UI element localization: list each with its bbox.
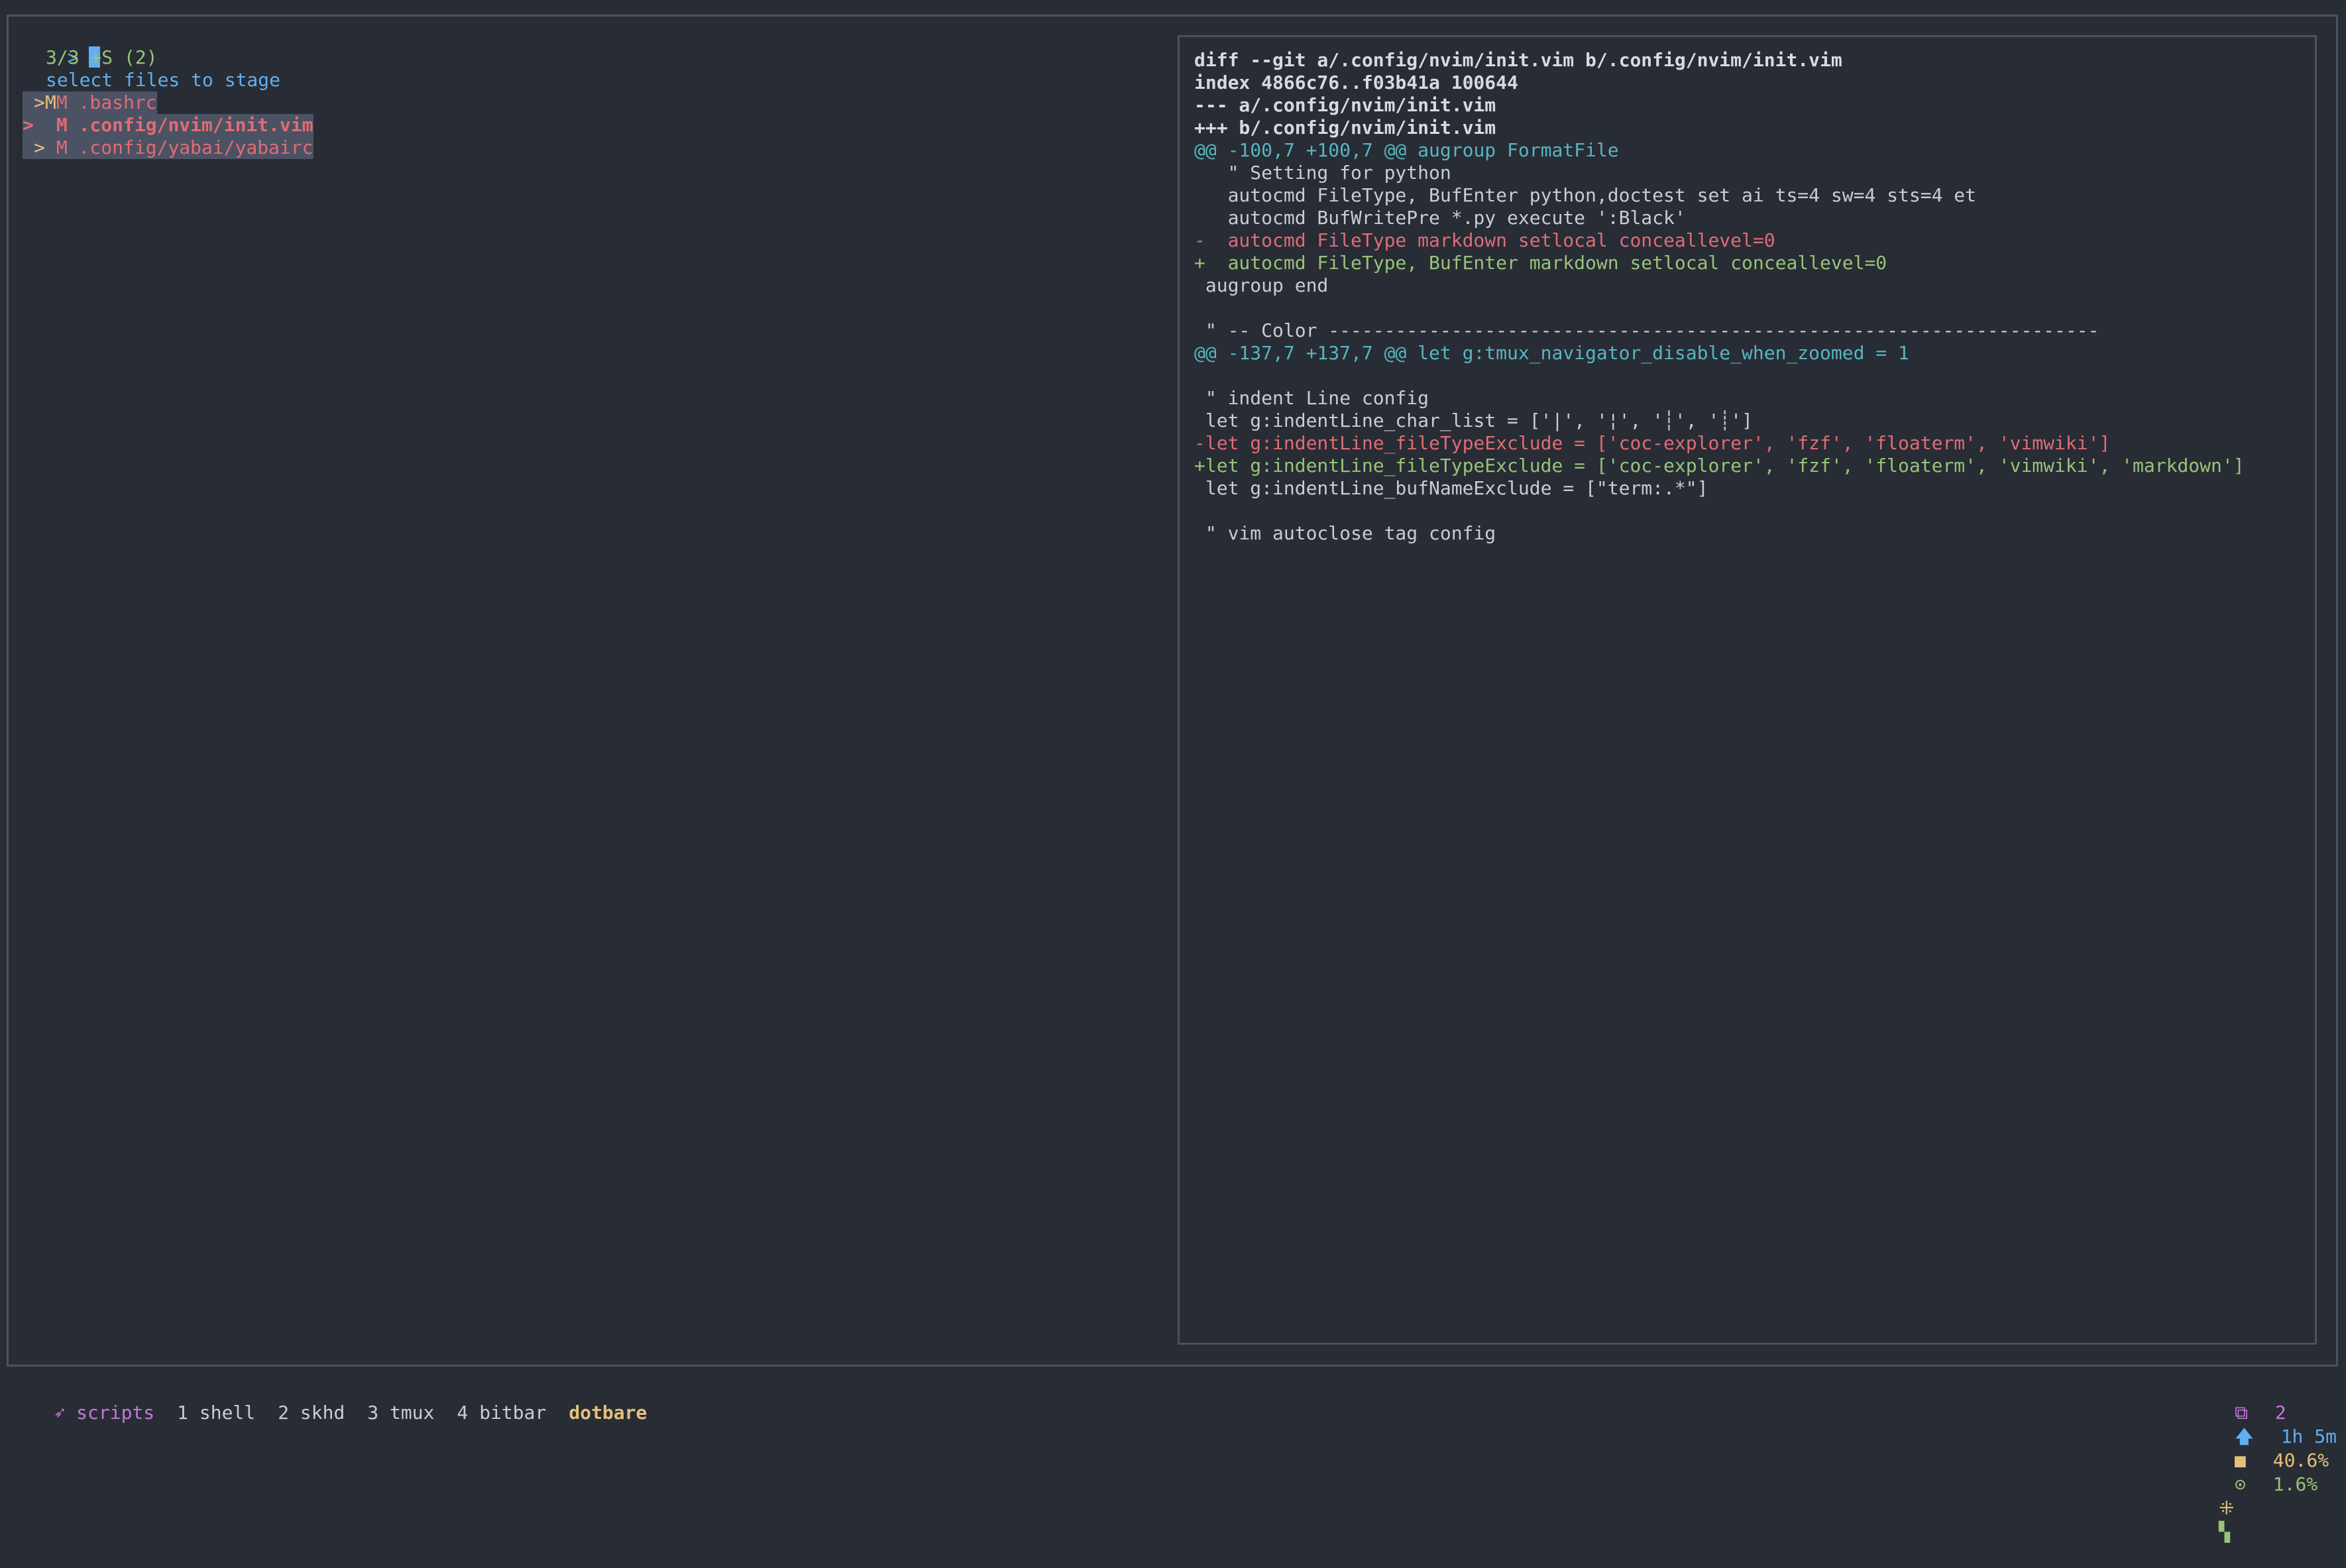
diff-line [1194, 297, 2300, 319]
diff-line-text: autocmd FileType, BufEnter python,doctes… [1194, 184, 1977, 206]
diff-line: @@ -100,7 +100,7 @@ augroup FormatFile [1194, 139, 2300, 162]
diff-line-text: autocmd BufWritePre *.py execute ':Black… [1194, 207, 1686, 229]
file-row[interactable]: > M .config/nvim/init.vim [23, 114, 1149, 137]
copy-icon: ⧉ [2235, 1402, 2249, 1424]
diff-line-text: let g:indentLine_bufNameExclude = ["term… [1194, 477, 1708, 499]
diff-line: - autocmd FileType markdown setlocal con… [1194, 229, 2300, 252]
finder-header: select files to stage [46, 69, 281, 91]
cpu-value: 1.6% [2272, 1473, 2318, 1495]
diff-line: +++ b/.config/nvim/init.vim [1194, 117, 2300, 139]
diff-line: " Setting for python [1194, 162, 2300, 184]
diff-line-text: " -- Color -----------------------------… [1194, 319, 2099, 341]
index-status [45, 114, 56, 136]
session-name[interactable]: scripts [76, 1402, 154, 1424]
uptime-indicator: 🡅 1h 5m [2219, 1426, 2337, 1447]
diff-line-text: +++ b/.config/nvim/init.vim [1194, 117, 1496, 139]
diff-line: autocmd BufWritePre *.py execute ':Black… [1194, 207, 2300, 229]
file-name: .bashrc [78, 91, 157, 113]
diff-line-text: diff --git a/.config/nvim/init.vim b/.co… [1194, 49, 1842, 71]
tmux-window-tab[interactable]: 4 bitbar [457, 1402, 547, 1424]
diff-line-text: " indent Line config [1194, 387, 1429, 409]
match-count: 3/3 +S (2) [46, 46, 158, 68]
arrow-up-icon: 🡅 [2235, 1426, 2254, 1447]
statusbar-left: ➶ scripts 1 shell 2 skhd 3 tmux 4 bitbar dotb… [9, 1377, 647, 1449]
diff-line: @@ -137,7 +137,7 @@ let g:tmux_navigator… [1194, 342, 2300, 364]
panes-indicator: ⧉ 2 [2219, 1402, 2286, 1424]
diff-preview-pane: diff --git a/.config/nvim/init.vim b/.co… [1178, 35, 2317, 1345]
diff-line: diff --git a/.config/nvim/init.vim b/.co… [1194, 49, 2300, 72]
pane-count: 2 [2274, 1402, 2286, 1424]
diff-line-text: " Setting for python [1194, 162, 1451, 184]
prefix-icon: ⁜ [2219, 1497, 2235, 1519]
diff-line: +let g:indentLine_fileTypeExclude = ['co… [1194, 455, 2300, 477]
diff-line-text: let g:tmux_navigator_disable_when_zoomed… [1406, 342, 1909, 364]
diff-line [1194, 364, 2300, 387]
tmux-window-tab[interactable]: 1 shell [177, 1402, 255, 1424]
diff-line: index 4866c76..f03b41a 100644 [1194, 72, 2300, 94]
diff-line: let g:indentLine_char_list = ['|', '¦', … [1194, 410, 2300, 432]
file-entry[interactable]: > M .config/yabai/yabairc [23, 137, 313, 159]
index-status [45, 137, 56, 158]
current-pointer: > [23, 114, 34, 136]
diff-line [1194, 500, 2300, 522]
cpu-indicator: ⊙ 1.6% [2219, 1473, 2318, 1495]
hunk-header: @@ -100,7 +100,7 @@ [1194, 139, 1407, 161]
diff-line: autocmd FileType, BufEnter python,doctes… [1194, 184, 2300, 207]
diff-line: " vim autoclose tag config [1194, 522, 2300, 545]
diff-line: augroup end [1194, 274, 2300, 297]
file-entry[interactable]: > M .config/nvim/init.vim [23, 114, 313, 137]
diff-line: let g:indentLine_bufNameExclude = ["term… [1194, 477, 2300, 500]
tmux-window-tab[interactable]: dotbare [569, 1402, 647, 1424]
file-entry[interactable]: >MM .bashrc [23, 91, 157, 114]
diff-line-text: + autocmd FileType, BufEnter markdown se… [1194, 252, 1887, 274]
diff-line-text: let g:indentLine_char_list = ['|', '¦', … [1194, 410, 1753, 431]
tmux-statusbar: ➶ scripts 1 shell 2 skhd 3 tmux 4 bitbar dotb… [0, 1377, 2346, 1543]
tmux-window-tab[interactable]: 2 skhd [278, 1402, 345, 1424]
diff-line-text: " vim autoclose tag config [1194, 522, 1496, 544]
diff-line: " indent Line config [1194, 387, 2300, 410]
fzf-prompt-line[interactable]: > [23, 24, 1149, 68]
worktree-status: M [56, 91, 68, 113]
worktree-status: M [56, 114, 68, 136]
worktree-status: M [56, 137, 68, 158]
statusbar-right: ⧉ 2 🡅 1h 5m ■ 40.6% ⊙ 1.6% ⁜ ▚ [2158, 1377, 2337, 1568]
cpu-icon: ⊙ [2235, 1473, 2246, 1495]
memory-value: 40.6% [2272, 1449, 2329, 1471]
diff-line-text: -let g:indentLine_fileTypeExclude = ['co… [1194, 432, 2111, 454]
diff-line: " -- Color -----------------------------… [1194, 319, 2300, 342]
file-name: .config/yabai/yabairc [78, 137, 313, 158]
hunk-header: @@ -137,7 +137,7 @@ [1194, 342, 1407, 364]
diff-line-text: index 4866c76..f03b41a 100644 [1194, 72, 1518, 93]
diff-lines: diff --git a/.config/nvim/init.vim b/.co… [1194, 49, 2300, 545]
diff-line-text: augroup end [1194, 274, 1329, 296]
diff-line-text: --- a/.config/nvim/init.vim [1194, 94, 1496, 116]
multi-select-marker: > [34, 137, 45, 158]
diff-line: -let g:indentLine_fileTypeExclude = ['co… [1194, 432, 2300, 455]
index-status: M [45, 91, 56, 113]
diff-line-text: augroup FormatFile [1406, 139, 1619, 161]
file-row[interactable]: >MM .bashrc [23, 91, 1149, 114]
file-row[interactable]: > M .config/yabai/yabairc [23, 137, 1149, 159]
fzf-finder: > 3/3 +S (2) select files to stage >MM .… [23, 24, 1149, 159]
diff-line: --- a/.config/nvim/init.vim [1194, 94, 2300, 117]
diff-line: + autocmd FileType, BufEnter markdown se… [1194, 252, 2300, 274]
rocket-icon: ➶ [54, 1402, 66, 1424]
multi-select-marker: > [34, 91, 45, 113]
uptime-value: 1h 5m [2280, 1426, 2337, 1447]
diff-line-text: +let g:indentLine_fileTypeExclude = ['co… [1194, 455, 2245, 476]
memory-icon: ■ [2235, 1449, 2246, 1471]
layout-icon: ▚ [2219, 1521, 2230, 1543]
file-list: >MM .bashrc > M .config/nvim/init.vim > M … [23, 91, 1149, 159]
diff-line-text: - autocmd FileType markdown setlocal con… [1194, 229, 1775, 251]
file-name: .config/nvim/init.vim [78, 114, 313, 136]
tmux-window-tab[interactable]: 3 tmux [367, 1402, 434, 1424]
memory-indicator: ■ 40.6% [2219, 1449, 2329, 1471]
